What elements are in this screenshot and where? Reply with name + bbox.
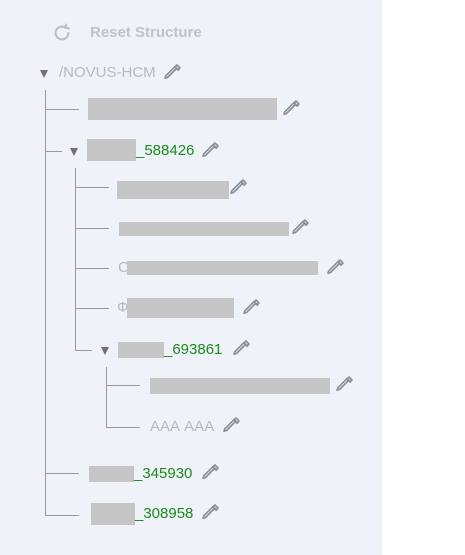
tree-root-label[interactable]: /NOVUS-HCM bbox=[59, 64, 156, 82]
eyedropper-icon[interactable] bbox=[200, 141, 220, 161]
tree-branch bbox=[45, 151, 62, 152]
tree-branch bbox=[45, 473, 79, 474]
redacted-label bbox=[127, 298, 234, 318]
redacted-label bbox=[118, 342, 164, 358]
tree-branch bbox=[106, 385, 140, 386]
expand-caret[interactable] bbox=[101, 347, 109, 355]
redacted-label bbox=[117, 181, 229, 199]
eyedropper-icon[interactable] bbox=[228, 178, 248, 198]
tree-branch bbox=[106, 427, 140, 428]
expand-caret[interactable] bbox=[70, 148, 78, 156]
tree-branch bbox=[75, 350, 92, 351]
expand-caret[interactable] bbox=[40, 70, 48, 78]
tree-node-label[interactable]: _693861 bbox=[164, 341, 222, 359]
refresh-icon[interactable] bbox=[51, 22, 73, 44]
tree-branch bbox=[75, 308, 109, 309]
redacted-label bbox=[89, 466, 134, 482]
eyedropper-icon[interactable] bbox=[231, 339, 251, 359]
eyedropper-icon[interactable] bbox=[221, 416, 241, 436]
tree-line-root bbox=[45, 90, 46, 515]
eyedropper-icon[interactable] bbox=[241, 298, 261, 318]
eyedropper-icon[interactable] bbox=[200, 503, 220, 523]
tree-line-node-1 bbox=[75, 168, 76, 350]
eyedropper-icon[interactable] bbox=[334, 375, 354, 395]
eyedropper-icon[interactable] bbox=[281, 99, 301, 119]
redacted-label bbox=[87, 139, 136, 161]
tree-node-label[interactable]: _345930 bbox=[134, 465, 192, 483]
tree-node-label[interactable]: _588426 bbox=[136, 142, 194, 160]
tree-branch bbox=[75, 228, 109, 229]
tree-node-label[interactable]: ААА ААА bbox=[150, 418, 214, 436]
eyedropper-icon[interactable] bbox=[162, 63, 182, 83]
tree-node-label[interactable]: _308958 bbox=[135, 505, 193, 523]
redacted-label bbox=[88, 98, 277, 120]
tree-branch bbox=[75, 268, 109, 269]
eyedropper-icon[interactable] bbox=[200, 463, 220, 483]
eyedropper-icon[interactable] bbox=[290, 218, 310, 238]
tree-branch bbox=[75, 187, 109, 188]
tree-branch bbox=[45, 515, 79, 516]
redacted-label bbox=[150, 378, 330, 394]
redacted-label bbox=[91, 503, 135, 525]
redacted-label bbox=[119, 222, 289, 236]
reset-structure-button[interactable]: Reset Structure bbox=[90, 24, 202, 42]
eyedropper-icon[interactable] bbox=[325, 258, 345, 278]
tree-line-node-2 bbox=[106, 367, 107, 427]
tree-branch bbox=[45, 109, 79, 110]
redacted-label bbox=[127, 261, 318, 275]
structure-panel: Reset Structure /NOVUS-HCM _588426 С Ф _… bbox=[0, 0, 382, 555]
